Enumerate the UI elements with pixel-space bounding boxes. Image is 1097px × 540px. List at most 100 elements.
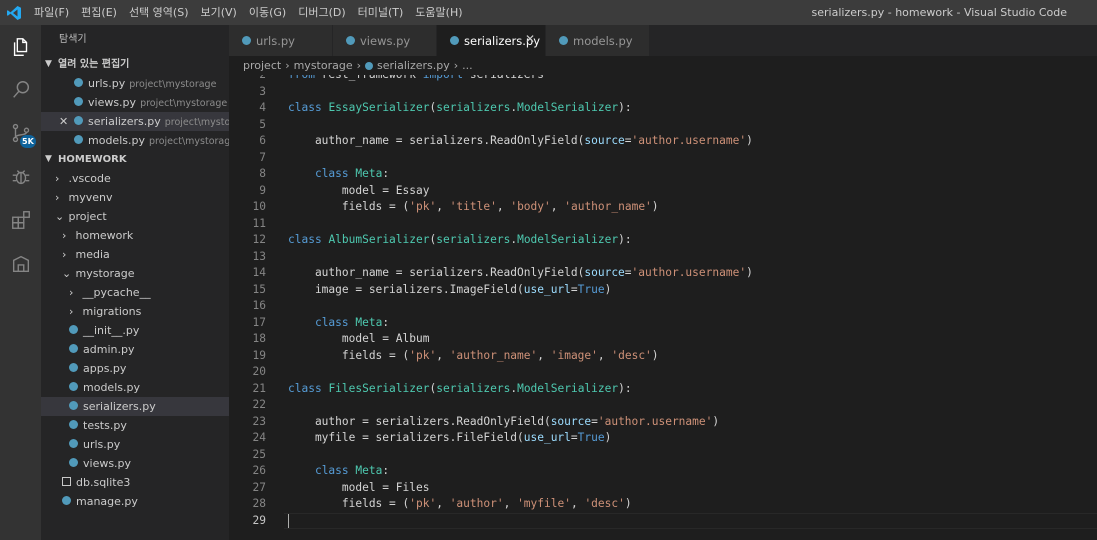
code-line: 21 class FilesSerializer(serializers.Mode… <box>229 381 1097 398</box>
code-line: 18 model = Album <box>229 331 1097 348</box>
tree-folder-open[interactable]: ⌄ project <box>41 207 229 226</box>
code-line: 4 class EssaySerializer(serializers.Model… <box>229 100 1097 117</box>
code-line: 22 <box>229 397 1097 414</box>
open-editor-item[interactable]: views.py project\mystorage <box>41 93 229 112</box>
tree-file[interactable]: manage.py <box>41 492 229 511</box>
breadcrumb-item[interactable]: project <box>243 59 281 72</box>
python-file-icon <box>69 382 78 391</box>
breadcrumb: project › mystorage › serializers.py › .… <box>229 56 1097 75</box>
tab-urls[interactable]: urls.py <box>229 25 333 56</box>
line-number: 19 <box>252 348 266 362</box>
python-file-icon <box>69 325 78 334</box>
line-number: 12 <box>252 233 266 246</box>
search-icon[interactable] <box>0 70 41 110</box>
tree-folder[interactable]: › migrations <box>41 302 229 321</box>
code-line: 14 author_name = serializers.ReadOnlyFie… <box>229 265 1097 282</box>
tree-folder[interactable]: › __pycache__ <box>41 283 229 302</box>
tab-models[interactable]: models.py <box>546 25 650 56</box>
code-line: 5 <box>229 117 1097 134</box>
tree-file[interactable]: tests.py <box>41 416 229 435</box>
menu-edit[interactable]: 편집(E) <box>75 0 123 25</box>
breadcrumb-item[interactable]: mystorage <box>294 59 353 72</box>
code-line: 3 <box>229 84 1097 101</box>
tree-file[interactable]: urls.py <box>41 435 229 454</box>
tree-file[interactable]: models.py <box>41 378 229 397</box>
chevron-down-icon: ⌄ <box>55 210 65 223</box>
line-text: model = Essay <box>288 183 430 197</box>
python-file-icon <box>69 344 78 353</box>
tab-views[interactable]: views.py <box>333 25 437 56</box>
explorer-sidebar: 탐색기 ▼ 열려 있는 편집기 urls.py project\mystorage… <box>41 25 229 540</box>
python-file-icon <box>69 401 78 410</box>
python-file-icon <box>74 97 83 106</box>
editor-tabs: urls.py views.py serializers.py ✕ models… <box>229 25 1097 56</box>
tree-label: serializers.py <box>83 400 156 413</box>
tree-file[interactable]: views.py <box>41 454 229 473</box>
tree-folder[interactable]: › .vscode <box>41 169 229 188</box>
tree-folder[interactable]: › myvenv <box>41 188 229 207</box>
line-number: 15 <box>252 282 266 296</box>
breadcrumb-item[interactable]: serializers.py <box>377 59 450 72</box>
code-line: 10 fields = ('pk', 'title', 'body', 'aut… <box>229 199 1097 216</box>
menu-help[interactable]: 도움말(H) <box>409 0 468 25</box>
code-line: 7 <box>229 150 1097 167</box>
window-title: serializers.py - homework - Visual Studi… <box>811 6 1067 19</box>
activity-bar: 5K <box>0 25 41 540</box>
open-editor-item[interactable]: models.py project\mystorage <box>41 131 229 150</box>
tree-file[interactable]: admin.py <box>41 340 229 359</box>
menu-go[interactable]: 이동(G) <box>243 0 292 25</box>
code-line: 8 class Meta: <box>229 166 1097 183</box>
code-line: 6 author_name = serializers.ReadOnlyFiel… <box>229 133 1097 150</box>
menu-terminal[interactable]: 터미널(T) <box>352 0 410 25</box>
chevron-right-icon: › <box>69 305 74 318</box>
remote-icon[interactable] <box>0 244 41 284</box>
code-line: 13 <box>229 249 1097 266</box>
explorer-icon[interactable] <box>0 27 41 67</box>
line-number: 17 <box>252 315 266 329</box>
line-number: 28 <box>252 497 266 510</box>
tree-folder[interactable]: › homework <box>41 226 229 245</box>
line-number: 23 <box>252 414 266 428</box>
line-text: from rest_framework import serializers <box>288 75 544 84</box>
tree-label: .vscode <box>68 172 111 185</box>
line-text: image = serializers.ImageField(use_url=T… <box>288 282 612 296</box>
line-text: author_name = serializers.ReadOnlyField(… <box>288 266 753 279</box>
tab-label: models.py <box>573 33 633 48</box>
menu-selection[interactable]: 선택 영역(S) <box>123 0 195 25</box>
line-number: 16 <box>252 299 266 312</box>
menu-debug[interactable]: 디버그(D) <box>292 0 351 25</box>
breadcrumb-item[interactable]: ... <box>462 59 473 72</box>
workspace-header[interactable]: ▼ HOMEWORK <box>41 150 229 169</box>
line-text: class FilesSerializer(serializers.ModelS… <box>288 381 632 395</box>
source-control-icon[interactable]: 5K <box>0 113 41 153</box>
line-number: 4 <box>259 101 266 114</box>
code-line: 20 <box>229 364 1097 381</box>
line-number: 10 <box>252 200 266 213</box>
debug-icon[interactable] <box>0 157 41 197</box>
menu-file[interactable]: 파일(F) <box>28 0 75 25</box>
line-text: class Meta: <box>314 315 390 329</box>
tree-folder-open[interactable]: ⌄ mystorage <box>41 264 229 283</box>
tab-serializers[interactable]: serializers.py ✕ <box>437 25 546 56</box>
python-file-icon <box>62 496 71 505</box>
code-line: 27 model = Files <box>229 480 1097 497</box>
close-icon[interactable]: ✕ <box>59 112 68 131</box>
chevron-down-icon: ▼ <box>45 59 52 69</box>
open-editor-item-active[interactable]: ✕ serializers.pyproject\mysto... <box>41 112 229 131</box>
tree-file[interactable]: apps.py <box>41 359 229 378</box>
tree-file-selected[interactable]: serializers.py <box>41 397 229 416</box>
tree-file[interactable]: __init__.py <box>41 321 229 340</box>
close-icon[interactable]: ✕ <box>525 32 535 46</box>
open-editors-header[interactable]: ▼ 열려 있는 편집기 <box>41 55 229 74</box>
tree-label: myvenv <box>68 191 113 204</box>
line-text: model = Album <box>288 332 430 345</box>
code-line: 28 fields = ('pk', 'author', 'myfile', '… <box>229 496 1097 513</box>
tree-file[interactable]: db.sqlite3 <box>41 473 229 492</box>
extensions-icon[interactable] <box>0 200 41 240</box>
menu-view[interactable]: 보기(V) <box>194 0 242 25</box>
open-editor-item[interactable]: urls.py project\mystorage <box>41 74 229 93</box>
code-editor[interactable]: 2from rest_framework import serializers … <box>229 75 1097 540</box>
tree-folder[interactable]: › media <box>41 245 229 264</box>
line-number: 14 <box>252 266 266 279</box>
python-file-icon <box>69 363 78 372</box>
